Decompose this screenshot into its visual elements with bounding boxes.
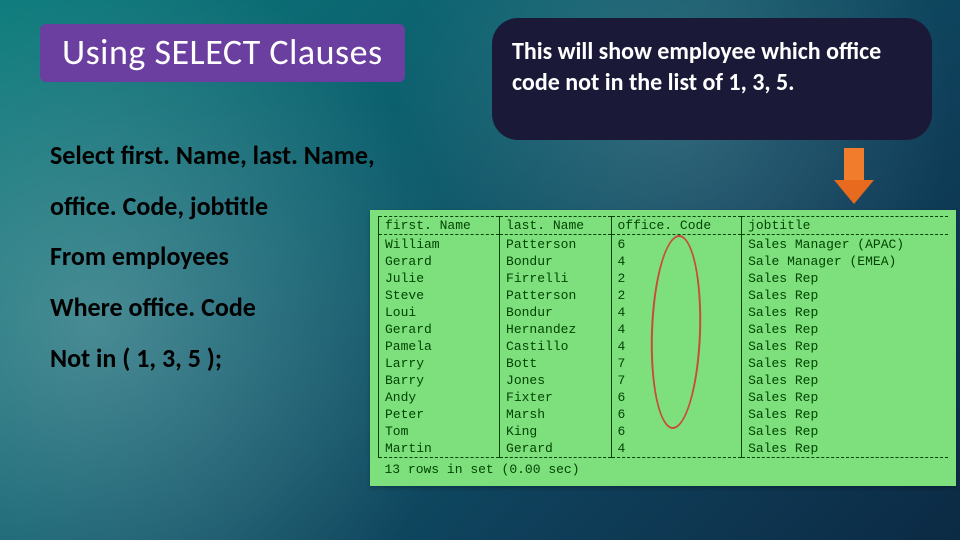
table-cell: Pamela (379, 338, 500, 355)
table-row: LouiBondur4Sales Rep (379, 304, 949, 321)
query-results-panel: first. Name last. Name office. Code jobt… (370, 210, 956, 486)
table-cell: Tom (379, 423, 500, 440)
col-firstname: first. Name (379, 217, 500, 235)
table-cell: Gerard (379, 253, 500, 270)
table-cell: Sales Rep (742, 372, 948, 389)
table-cell: Patterson (500, 287, 611, 304)
table-cell: Julie (379, 270, 500, 287)
table-cell: 6 (611, 235, 742, 254)
table-cell: Sales Rep (742, 287, 948, 304)
table-cell: 4 (611, 338, 742, 355)
table-row: GerardBondur4Sale Manager (EMEA) (379, 253, 949, 270)
table-cell: Patterson (500, 235, 611, 254)
table-cell: Bott (500, 355, 611, 372)
table-cell: Loui (379, 304, 500, 321)
table-cell: Sales Rep (742, 338, 948, 355)
table-cell: 4 (611, 253, 742, 270)
table-cell: 2 (611, 270, 742, 287)
table-row: PamelaCastillo4Sales Rep (379, 338, 949, 355)
table-cell: Castillo (500, 338, 611, 355)
table-row: AndyFixter6Sales Rep (379, 389, 949, 406)
table-cell: 7 (611, 355, 742, 372)
table-cell: Bondur (500, 253, 611, 270)
table-row: BarryJones7Sales Rep (379, 372, 949, 389)
table-cell: Bondur (500, 304, 611, 321)
table-cell: 7 (611, 372, 742, 389)
table-row: PeterMarsh6Sales Rep (379, 406, 949, 423)
results-footer: 13 rows in set (0.00 sec) (379, 458, 949, 479)
table-cell: Sales Rep (742, 304, 948, 321)
table-cell: 2 (611, 287, 742, 304)
table-cell: Marsh (500, 406, 611, 423)
table-cell: Sale Manager (EMEA) (742, 253, 948, 270)
table-row: WilliamPatterson6Sales Manager (APAC) (379, 235, 949, 254)
results-table: first. Name last. Name office. Code jobt… (378, 216, 948, 478)
table-row: StevePatterson2Sales Rep (379, 287, 949, 304)
slide-title: Using SELECT Clauses (40, 24, 405, 82)
explanation-callout: This will show employee which office cod… (492, 18, 932, 140)
table-row: JulieFirrelli2Sales Rep (379, 270, 949, 287)
table-cell: Andy (379, 389, 500, 406)
col-officecode: office. Code (611, 217, 742, 235)
table-cell: William (379, 235, 500, 254)
table-cell: 4 (611, 304, 742, 321)
table-row: MartinGerard4Sales Rep (379, 440, 949, 458)
table-cell: Martin (379, 440, 500, 458)
table-cell: 6 (611, 389, 742, 406)
table-cell: Gerard (379, 321, 500, 338)
table-cell: Peter (379, 406, 500, 423)
col-lastname: last. Name (500, 217, 611, 235)
table-cell: Barry (379, 372, 500, 389)
query-line: Select first. Name, last. Name, (50, 130, 430, 181)
table-row: LarryBott7Sales Rep (379, 355, 949, 372)
table-cell: Sales Rep (742, 355, 948, 372)
table-cell: 4 (611, 321, 742, 338)
table-cell: Sales Rep (742, 321, 948, 338)
table-cell: 6 (611, 406, 742, 423)
table-cell: Sales Rep (742, 440, 948, 458)
table-cell: Firrelli (500, 270, 611, 287)
table-cell: Hernandez (500, 321, 611, 338)
table-cell: Sales Rep (742, 389, 948, 406)
table-cell: 4 (611, 440, 742, 458)
table-row: GerardHernandez4Sales Rep (379, 321, 949, 338)
table-cell: Sales Manager (APAC) (742, 235, 948, 254)
table-row: TomKing6Sales Rep (379, 423, 949, 440)
table-cell: Fixter (500, 389, 611, 406)
table-cell: King (500, 423, 611, 440)
table-cell: Gerard (500, 440, 611, 458)
table-cell: Sales Rep (742, 423, 948, 440)
table-cell: 6 (611, 423, 742, 440)
table-cell: Sales Rep (742, 406, 948, 423)
slide-root: Using SELECT Clauses This will show empl… (0, 0, 960, 540)
table-cell: Sales Rep (742, 270, 948, 287)
arrow-down-icon (834, 148, 874, 206)
table-cell: Larry (379, 355, 500, 372)
table-cell: Steve (379, 287, 500, 304)
table-cell: Jones (500, 372, 611, 389)
col-jobtitle: jobtitle (742, 217, 948, 235)
